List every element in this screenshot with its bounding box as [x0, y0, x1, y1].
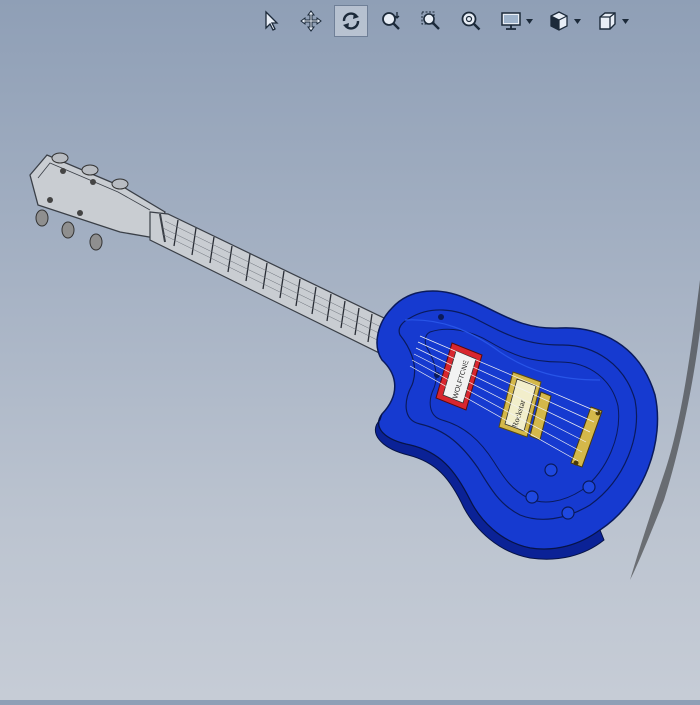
- 3d-viewport[interactable]: WOLFTONE Rockstar: [0, 0, 700, 700]
- view-orientation-icon: [599, 12, 616, 30]
- view-orientation-button[interactable]: [590, 5, 624, 37]
- view-settings-button[interactable]: [542, 5, 576, 37]
- zoom-in-out-icon: [382, 12, 400, 30]
- guitar-model[interactable]: WOLFTONE Rockstar: [0, 0, 700, 700]
- display-style-icon: [501, 12, 521, 30]
- zoom-in-out-button[interactable]: [374, 5, 408, 37]
- rotate-view-icon: [342, 12, 360, 30]
- zoom-to-area-button[interactable]: [414, 5, 448, 37]
- select-button[interactable]: [254, 5, 288, 37]
- display-style-button[interactable]: [494, 5, 528, 37]
- rotate-button[interactable]: [334, 5, 368, 37]
- pan-button[interactable]: [294, 5, 328, 37]
- zoom-to-area-icon: [421, 11, 440, 30]
- headstock: [29, 152, 166, 251]
- zoom-to-fit-button[interactable]: [454, 5, 488, 37]
- select-cursor-icon: [265, 10, 279, 31]
- view-toolbar: [254, 4, 638, 38]
- view-settings-icon: [550, 11, 568, 31]
- zoom-to-fit-icon: [461, 11, 481, 31]
- pan-move-icon: [300, 10, 322, 32]
